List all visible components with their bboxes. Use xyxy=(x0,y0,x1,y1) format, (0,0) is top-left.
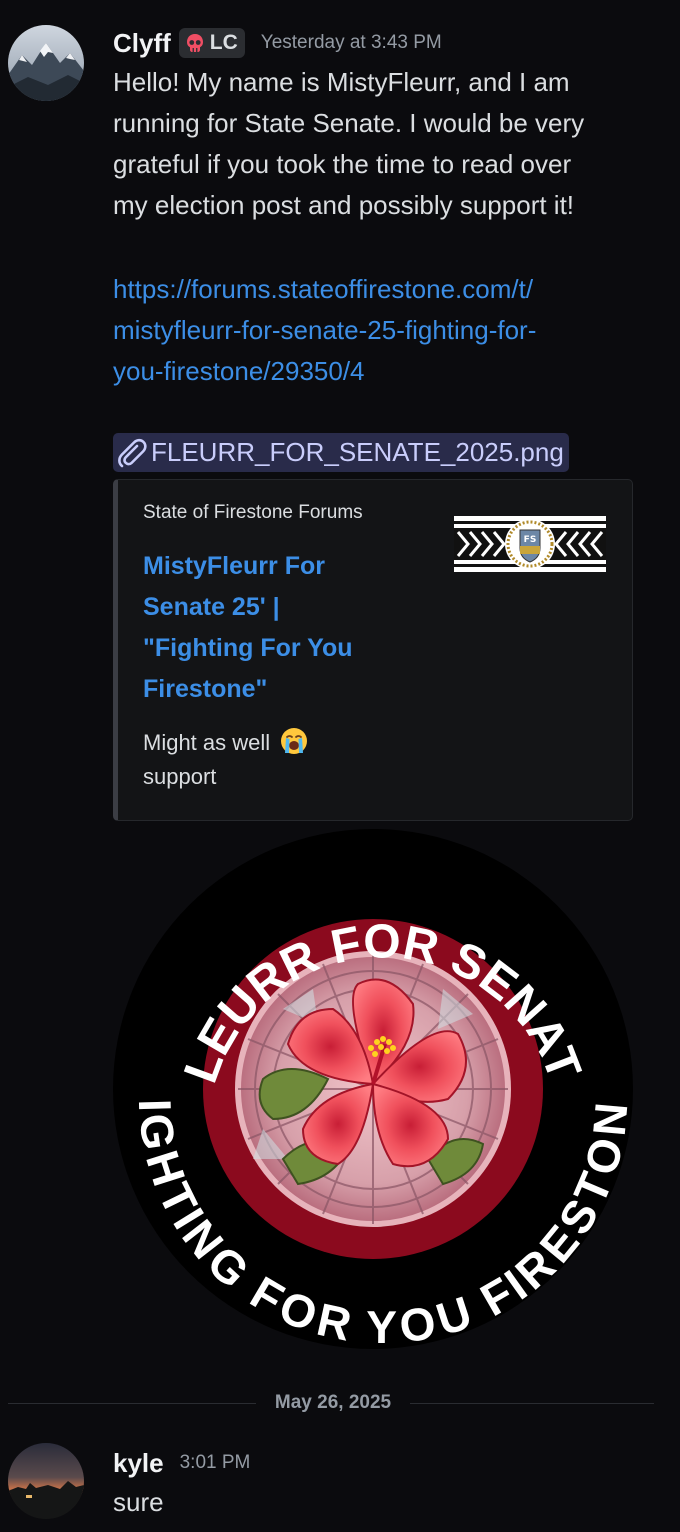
message-body-line: grateful if you took the time to read ov… xyxy=(113,149,572,179)
attachment-link[interactable]: FLEURR_FOR_SENATE_2025.png xyxy=(113,433,569,472)
loudly-crying-face-emoji xyxy=(281,728,308,754)
message-header: Clyff LC Yesterday at 3:43 PM xyxy=(113,26,442,60)
campaign-poster-image[interactable]: FLEURR FOR SENATE FIGHTING FOR YOU FIRES… xyxy=(113,829,633,1349)
message-body-line: running for State Senate. I would be ver… xyxy=(113,108,585,138)
attachment-filename: FLEURR_FOR_SENATE_2025.png xyxy=(151,437,564,467)
sunset-avatar-image xyxy=(8,1443,84,1519)
date-divider-label: May 26, 2025 xyxy=(256,1390,410,1416)
timestamp[interactable]: 3:01 PM xyxy=(180,1452,251,1474)
server-tag-text: LC xyxy=(209,31,238,54)
link-embed: State of Firestone Forums MistyFleurr Fo… xyxy=(113,479,633,821)
embed-provider[interactable]: State of Firestone Forums xyxy=(143,502,363,524)
thumbnail-monogram: FS xyxy=(524,535,537,545)
username[interactable]: kyle xyxy=(113,1448,164,1479)
embed-title[interactable]: MistyFleurr For Senate 25' | "Fighting F… xyxy=(143,546,403,710)
embed-description-line: support xyxy=(143,764,217,789)
embed-description-text: Might as well xyxy=(143,730,271,755)
message-header: kyle 3:01 PM xyxy=(113,1446,250,1480)
message-body: Hello! My name is MistyFleurr, and I am … xyxy=(113,62,653,226)
username[interactable]: Clyff xyxy=(113,28,171,59)
paperclip-icon xyxy=(118,438,147,467)
message-body: sure xyxy=(113,1487,164,1517)
avatar-clyff[interactable] xyxy=(8,25,84,101)
link-line: you-firestone/29350/4 xyxy=(113,356,365,386)
message-body-line: my election post and possibly support it… xyxy=(113,190,575,220)
embed-description-line: Might as well xyxy=(143,726,373,760)
timestamp[interactable]: Yesterday at 3:43 PM xyxy=(261,32,442,54)
link-line: mistyfleurr-for-senate-25-fighting-for- xyxy=(113,315,537,345)
skull-icon xyxy=(186,34,203,52)
server-tag-badge[interactable]: LC xyxy=(178,28,245,58)
forum-link[interactable]: https://forums.stateoffirestone.com/t/ m… xyxy=(113,269,633,392)
mountain-avatar-image xyxy=(8,25,84,101)
embed-title-line: "Fighting For You xyxy=(143,634,353,662)
link-line: https://forums.stateoffirestone.com/t/ xyxy=(113,274,534,304)
embed-thumbnail[interactable]: FS xyxy=(454,516,606,572)
embed-title-line: Senate 25' | xyxy=(143,593,280,621)
avatar-kyle[interactable] xyxy=(8,1443,84,1519)
embed-title-line: Firestone" xyxy=(143,675,268,703)
embed-title-line: MistyFleurr For xyxy=(143,552,325,580)
embed-description: Might as well support xyxy=(143,726,373,794)
message-body-line: Hello! My name is MistyFleurr, and I am xyxy=(113,67,570,97)
